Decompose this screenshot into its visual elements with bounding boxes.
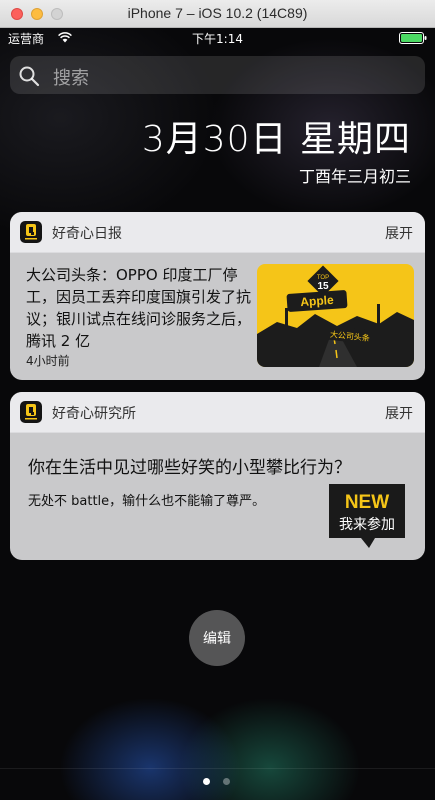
- join-badge[interactable]: NEW 我来参加: [329, 484, 407, 550]
- search-icon: [19, 66, 40, 87]
- new-label: NEW: [345, 492, 389, 513]
- expand-button[interactable]: 展开: [385, 223, 413, 243]
- divider: [0, 768, 435, 769]
- edit-button[interactable]: 编辑: [189, 610, 245, 666]
- battery-icon: [399, 32, 427, 44]
- lunar-date-label: 丁酉年三月初三: [298, 167, 411, 186]
- widget-app-name: 好奇心日报: [52, 226, 122, 242]
- status-time: 下午1:14: [192, 32, 243, 46]
- status-bar: 运营商 下午1:14: [0, 28, 435, 48]
- q-logo-icon: [25, 404, 37, 420]
- expand-button[interactable]: 展开: [385, 403, 413, 423]
- page-dot-active[interactable]: [203, 778, 210, 785]
- question-title[interactable]: 你在生活中见过哪些好笑的小型攀比行为？: [28, 453, 351, 478]
- thumbnail-brand: Apple: [300, 293, 335, 309]
- research-widget[interactable]: 好奇心研究所 展开 你在生活中见过哪些好笑的小型攀比行为？ 无处不 battle…: [10, 392, 425, 560]
- news-widget[interactable]: 好奇心日报 展开 大公司头条：OPPO 印度工厂停工，因员工丢弃印度国旗引发了抗…: [10, 212, 425, 380]
- simulator-title-bar: iPhone 7 – iOS 10.2 (14C89): [0, 0, 435, 28]
- search-placeholder: 搜索: [53, 68, 89, 89]
- news-headline[interactable]: 大公司头条：OPPO 印度工厂停工，因员工丢弃印度国旗引发了抗议；银川试点在线问…: [26, 264, 252, 352]
- page-dot[interactable]: [223, 778, 230, 785]
- thumbnail-number: 15: [317, 281, 329, 292]
- news-thumbnail[interactable]: Apple TOP 15 大公司头条: [257, 264, 414, 367]
- search-field[interactable]: 搜索: [10, 56, 425, 94]
- lock-screen-today-view: 运营商 下午1:14 搜索 3月30日 星期四 丁酉年三月初三 好奇心日报 展开…: [0, 28, 435, 800]
- widget-header: 好奇心日报 展开: [10, 212, 425, 253]
- widget-header: 好奇心研究所 展开: [10, 392, 425, 433]
- date-label: 3月30日 星期四: [141, 119, 411, 160]
- widget-app-name: 好奇心研究所: [52, 406, 136, 422]
- news-time: 4小时前: [26, 354, 70, 368]
- join-label: 我来参加: [339, 516, 395, 533]
- q-logo-icon: [25, 224, 37, 240]
- window-title: iPhone 7 – iOS 10.2 (14C89): [127, 5, 308, 21]
- app-icon: [20, 401, 42, 423]
- app-icon: [20, 221, 42, 243]
- question-subtitle: 无处不 battle，输什么也不能输了尊严。: [28, 494, 266, 509]
